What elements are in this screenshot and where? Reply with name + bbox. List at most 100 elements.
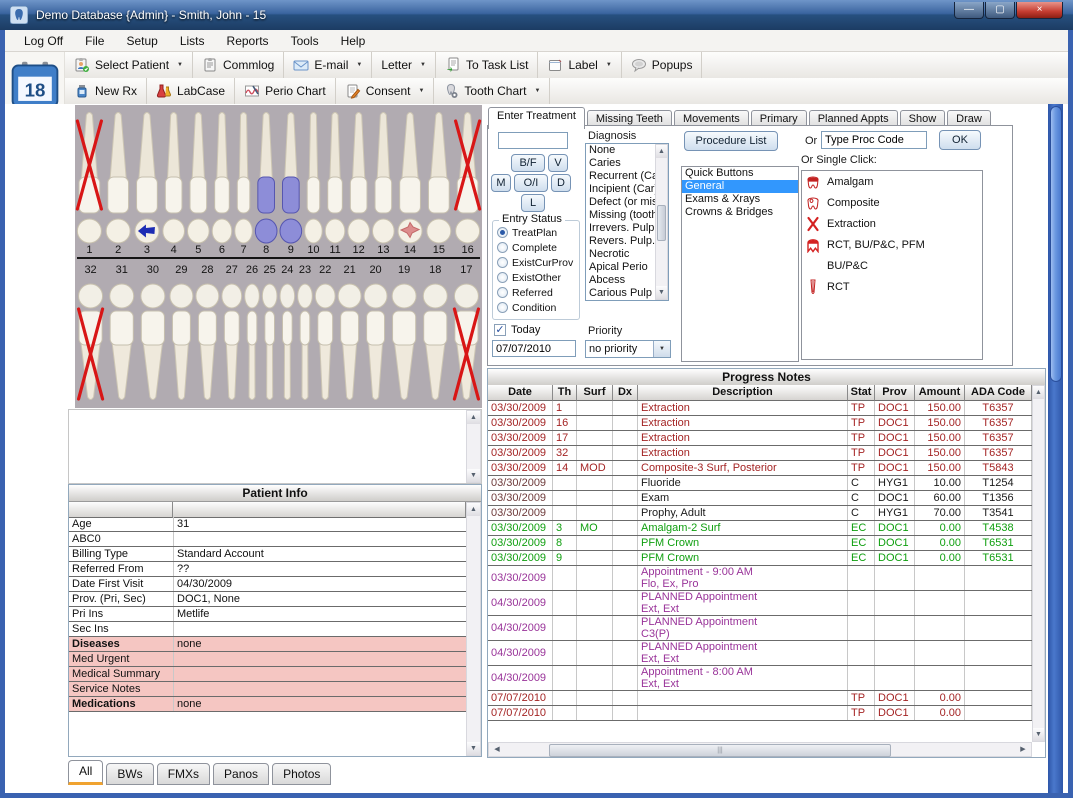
menu-reports[interactable]: Reports bbox=[216, 31, 280, 51]
toolbar-button-commlog[interactable]: Commlog bbox=[193, 52, 284, 78]
scroll-up-icon[interactable]: ▲ bbox=[467, 411, 480, 424]
single-click-rct-bu-p-c-pfm[interactable]: RCT, BU/P&C, PFM bbox=[802, 234, 982, 255]
quick-button-crowns-bridges[interactable]: Crowns & Bridges bbox=[682, 206, 798, 219]
surface-button-bf[interactable]: B/F bbox=[511, 154, 545, 172]
menu-tools[interactable]: Tools bbox=[280, 31, 330, 51]
toolbar-button-perio-chart[interactable]: Perio Chart bbox=[235, 78, 336, 104]
table-row[interactable]: 04/30/2009Appointment - 8:00 AMExt, Ext bbox=[488, 666, 1032, 691]
progress-notes-hscroll[interactable]: ◀ ||| ▶ bbox=[488, 742, 1032, 757]
column-header-date[interactable]: Date bbox=[488, 385, 553, 401]
toolbar-button-to-task-list[interactable]: To Task List bbox=[436, 52, 538, 78]
toolbar-button-letter[interactable]: Letter▼ bbox=[372, 52, 436, 78]
table-row[interactable]: 03/30/2009FluorideCHYG110.00T1254 bbox=[488, 476, 1032, 491]
priority-dropdown[interactable]: no priority ▼ bbox=[585, 340, 671, 358]
radio-existother[interactable]: ExistOther bbox=[497, 270, 579, 285]
chevron-down-icon[interactable]: ▼ bbox=[420, 62, 426, 68]
scroll-up-icon[interactable]: ▲ bbox=[467, 503, 480, 516]
scroll-down-icon[interactable]: ▼ bbox=[1033, 728, 1044, 741]
procedure-date-field[interactable] bbox=[492, 340, 576, 357]
table-row[interactable]: 04/30/2009PLANNED AppointmentC3(P) bbox=[488, 616, 1032, 641]
single-click-listbox[interactable]: AmalgamCompositeExtractionRCT, BU/P&C, P… bbox=[801, 170, 983, 360]
toolbar-button-new-rx[interactable]: New Rx bbox=[65, 78, 147, 104]
surface-button-l[interactable]: L bbox=[521, 194, 545, 212]
single-click-amalgam[interactable]: Amalgam bbox=[802, 171, 982, 192]
diagnosis-item-caries[interactable]: Caries bbox=[586, 157, 658, 170]
diagnosis-item-defect-or-miss[interactable]: Defect (or miss bbox=[586, 196, 658, 209]
radio-referred[interactable]: Referred bbox=[497, 285, 579, 300]
table-row[interactable]: 04/30/2009PLANNED AppointmentExt, Ext bbox=[488, 641, 1032, 666]
single-click-extraction[interactable]: Extraction bbox=[802, 213, 982, 234]
table-row[interactable]: 04/30/2009PLANNED AppointmentExt, Ext bbox=[488, 591, 1032, 616]
patient-info-scrollbar[interactable]: ▲ ▼ bbox=[466, 502, 481, 756]
image-tab-fmxs[interactable]: FMXs bbox=[157, 763, 210, 785]
menu-file[interactable]: File bbox=[74, 31, 115, 51]
surface-button-oi[interactable]: O/I bbox=[514, 174, 548, 192]
surface-button-v[interactable]: V bbox=[548, 154, 568, 172]
column-header-description[interactable]: Description bbox=[638, 385, 848, 401]
diagnosis-item-revers-pulp[interactable]: Revers. Pulp. bbox=[586, 235, 658, 248]
table-row[interactable]: 03/30/2009ExamCDOC160.00T1356 bbox=[488, 491, 1032, 506]
radio-complete[interactable]: Complete bbox=[497, 240, 579, 255]
image-tab-panos[interactable]: Panos bbox=[213, 763, 269, 785]
diagnosis-item-recurrent-car[interactable]: Recurrent (Car) bbox=[586, 170, 658, 183]
diagnosis-item-necrotic[interactable]: Necrotic bbox=[586, 248, 658, 261]
quick-button-exams-xrays[interactable]: Exams & Xrays bbox=[682, 193, 798, 206]
menu-lists[interactable]: Lists bbox=[169, 31, 216, 51]
scrollbar-thumb[interactable]: ||| bbox=[549, 744, 891, 757]
table-row[interactable]: 03/30/200916ExtractionTPDOC1150.00T6357 bbox=[488, 416, 1032, 431]
diagnosis-item-abcess[interactable]: Abcess bbox=[586, 274, 658, 287]
image-tab-photos[interactable]: Photos bbox=[272, 763, 331, 785]
toolbar-button-select-patient[interactable]: Select Patient▼ bbox=[65, 52, 193, 78]
scroll-up-icon[interactable]: ▲ bbox=[1033, 386, 1044, 399]
chevron-down-icon[interactable]: ▼ bbox=[356, 62, 362, 68]
progress-notes-vscroll[interactable]: ▲ ▼ bbox=[1032, 385, 1045, 742]
menu-log-off[interactable]: Log Off bbox=[13, 31, 74, 51]
column-header-ada-code[interactable]: ADA Code bbox=[965, 385, 1032, 401]
scroll-down-icon[interactable]: ▼ bbox=[467, 742, 480, 755]
chart-note-scrollbar[interactable]: ▲ ▼ bbox=[466, 410, 481, 483]
image-tab-all[interactable]: All bbox=[68, 760, 103, 785]
table-row[interactable]: 03/30/2009Appointment - 9:00 AMFlo, Ex, … bbox=[488, 566, 1032, 591]
toolbar-button-popups[interactable]: Popups bbox=[622, 52, 703, 78]
diagnosis-item-missing-tooth-s[interactable]: Missing (tooth s bbox=[586, 209, 658, 222]
scroll-down-icon[interactable]: ▼ bbox=[467, 469, 480, 482]
maximize-button[interactable]: ▢ bbox=[985, 2, 1015, 19]
menu-setup[interactable]: Setup bbox=[115, 31, 168, 51]
toolbar-button-label[interactable]: Label▼ bbox=[538, 52, 621, 78]
scroll-right-icon[interactable]: ▶ bbox=[1016, 743, 1030, 756]
toolbar-button-labcase[interactable]: LabCase bbox=[147, 78, 235, 104]
quick-buttons-listbox[interactable]: Quick ButtonsGeneralExams & XraysCrowns … bbox=[681, 166, 799, 362]
surface-button-m[interactable]: M bbox=[491, 174, 511, 192]
column-header-dx[interactable]: Dx bbox=[613, 385, 638, 401]
today-checkbox[interactable]: ✓ Today bbox=[494, 324, 540, 336]
surface-value-input[interactable] bbox=[498, 132, 568, 149]
tooth-chart[interactable]: 1234567891011121314151632313029282726252… bbox=[75, 105, 482, 408]
tab-enter-treatment[interactable]: Enter Treatment bbox=[488, 107, 585, 129]
ok-button[interactable]: OK bbox=[939, 130, 981, 150]
single-click-composite[interactable]: Composite bbox=[802, 192, 982, 213]
scroll-up-icon[interactable]: ▲ bbox=[656, 145, 667, 158]
column-header-amount[interactable]: Amount bbox=[915, 385, 965, 401]
procedure-list-button[interactable]: Procedure List bbox=[684, 131, 778, 151]
diagnosis-listbox[interactable]: ▲ ▼ NoneCariesRecurrent (Car)Incipient (… bbox=[585, 143, 669, 301]
scroll-left-icon[interactable]: ◀ bbox=[490, 743, 504, 756]
table-row[interactable]: 03/30/20091ExtractionTPDOC1150.00T6357 bbox=[488, 401, 1032, 416]
toolbar-button-e-mail[interactable]: E-mail▼ bbox=[284, 52, 372, 78]
diagnosis-item-apical-perio[interactable]: Apical Perio bbox=[586, 261, 658, 274]
table-row[interactable]: 03/30/20099PFM CrownECDOC10.00T6531 bbox=[488, 551, 1032, 566]
column-header-stat[interactable]: Stat bbox=[848, 385, 875, 401]
toolbar-button-consent[interactable]: Consent▼ bbox=[336, 78, 435, 104]
table-row[interactable]: 03/30/200914MODComposite-3 Surf, Posteri… bbox=[488, 461, 1032, 476]
table-row[interactable]: 03/30/20093MOAmalgam-2 SurfECDOC10.00T45… bbox=[488, 521, 1032, 536]
diagnosis-item-carious-pulp-e[interactable]: Carious Pulp E bbox=[586, 287, 658, 300]
image-tab-bws[interactable]: BWs bbox=[106, 763, 153, 785]
quick-button-quick-buttons[interactable]: Quick Buttons bbox=[682, 167, 798, 180]
column-header-th[interactable]: Th bbox=[553, 385, 577, 401]
table-row[interactable]: 07/07/2010TPDOC10.00 bbox=[488, 691, 1032, 706]
radio-condition[interactable]: Condition bbox=[497, 300, 579, 315]
minimize-button[interactable]: — bbox=[954, 2, 984, 19]
chevron-down-icon[interactable]: ▼ bbox=[177, 62, 183, 68]
column-header-prov[interactable]: Prov bbox=[875, 385, 915, 401]
table-row[interactable]: 03/30/200932ExtractionTPDOC1150.00T6357 bbox=[488, 446, 1032, 461]
toolbar-button-tooth-chart[interactable]: Tooth Chart▼ bbox=[434, 78, 550, 104]
